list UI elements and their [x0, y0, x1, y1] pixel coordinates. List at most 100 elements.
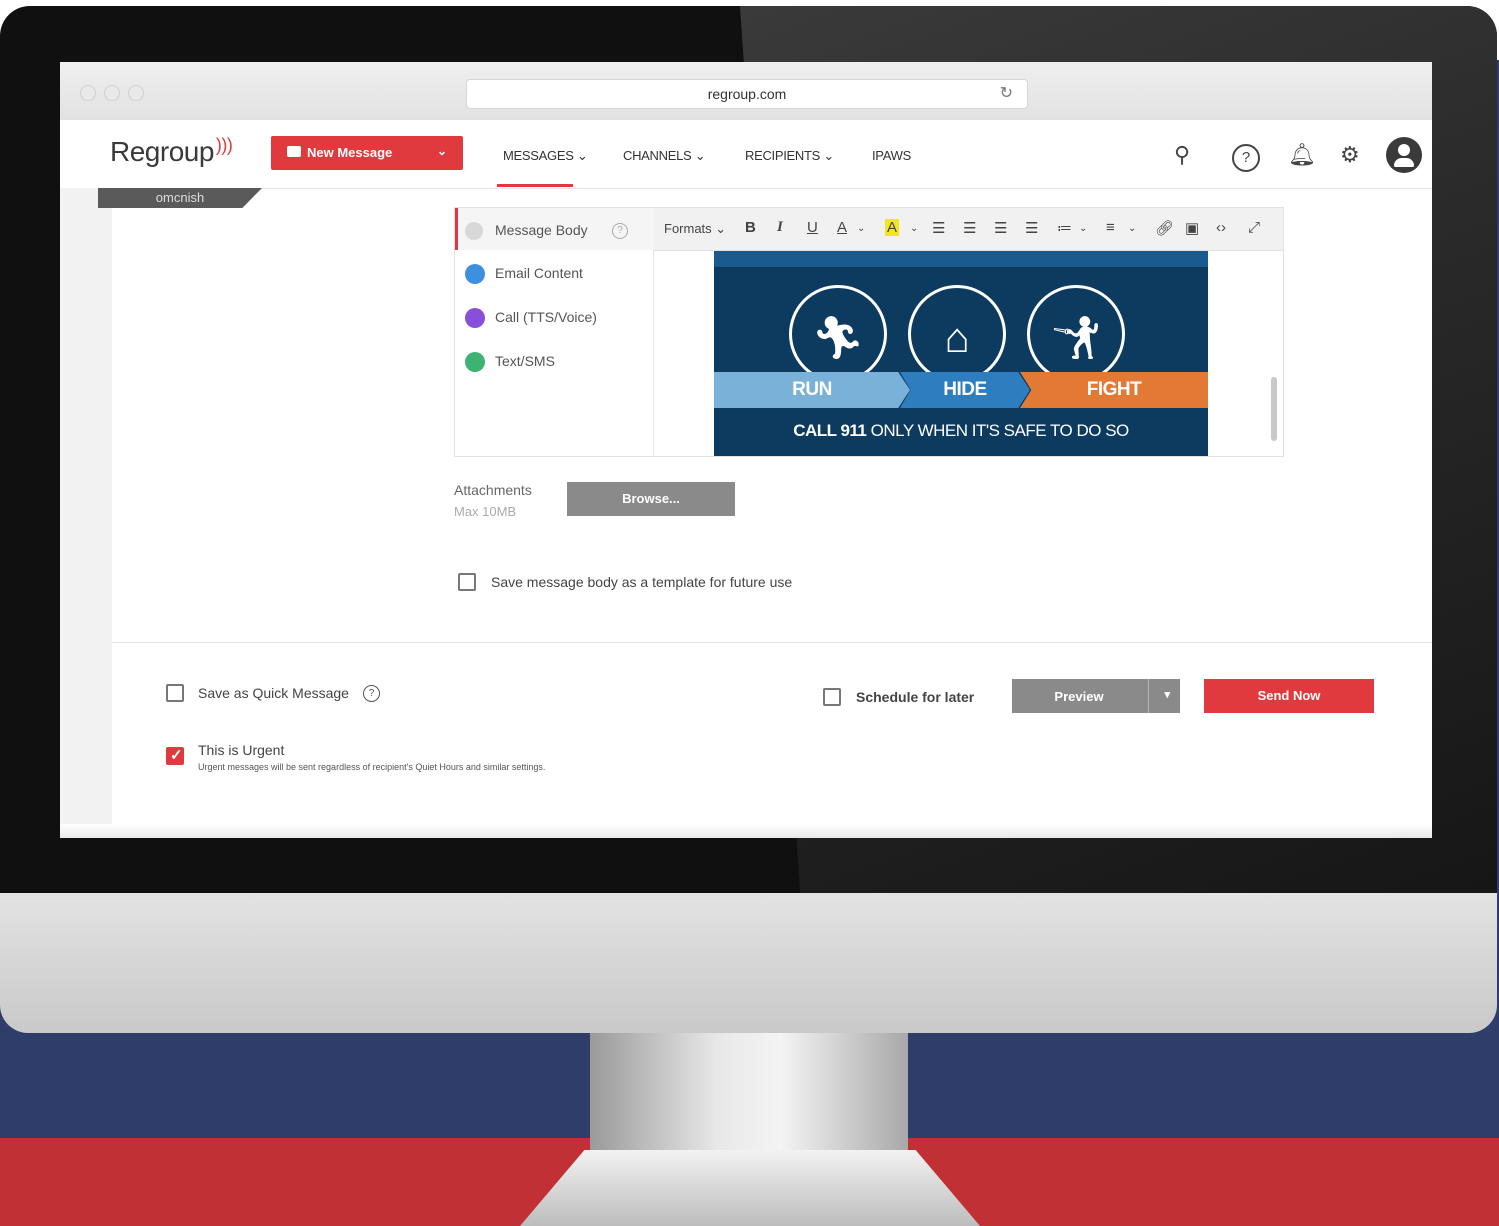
- fighting-person-icon: 🤺︎: [1049, 314, 1103, 361]
- new-message-label: New Message: [307, 145, 393, 160]
- numbered-list-icon[interactable]: ≡: [1106, 219, 1115, 236]
- address-bar[interactable]: regroup.com ↻: [466, 79, 1028, 109]
- highlight-color-icon[interactable]: A: [885, 219, 900, 236]
- editor-content[interactable]: 🏃︎ ⌂ 🤺︎ RUN HIDE FIGHT CALL 911 ONLY WHE…: [654, 251, 1283, 456]
- code-view-icon[interactable]: ‹›: [1216, 219, 1226, 236]
- preview-label: Preview: [1054, 689, 1104, 704]
- reload-icon[interactable]: ↻: [1000, 80, 1013, 108]
- bullet-list-icon[interactable]: ≔: [1057, 219, 1072, 237]
- editor-scrollbar[interactable]: [1271, 377, 1277, 441]
- attachments-label: Attachments: [454, 482, 532, 498]
- browser-toolbar: regroup.com ↻: [60, 62, 1432, 121]
- fight-circle: 🤺︎: [1027, 285, 1125, 383]
- underline-icon[interactable]: U: [807, 219, 818, 236]
- fight-label: FIGHT: [1086, 379, 1142, 400]
- nav-messages[interactable]: MESSAGES ⌄: [503, 148, 588, 164]
- align-justify-icon[interactable]: ☰: [1025, 219, 1038, 237]
- schedule-label: Schedule for later: [856, 689, 975, 705]
- search-icon[interactable]: ⚲: [1174, 142, 1190, 168]
- monitor-stand-base: [520, 1150, 980, 1226]
- attachments-max-size: Max 10MB: [454, 504, 517, 519]
- hiding-person-icon: ⌂: [944, 314, 970, 361]
- username-tag: omcnish: [98, 188, 262, 208]
- user-avatar-icon[interactable]: [1386, 137, 1422, 173]
- urgent-label: This is Urgent: [198, 742, 285, 758]
- call-911-bold: CALL 911: [793, 421, 867, 440]
- align-center-icon[interactable]: ☰: [963, 219, 976, 237]
- monitor-stand: [590, 1033, 908, 1153]
- new-message-button[interactable]: New Message ⌄: [271, 136, 463, 170]
- chevron-down-icon[interactable]: ⌄: [910, 223, 918, 234]
- urgent-checkbox[interactable]: [166, 746, 184, 765]
- channel-label: Email Content: [495, 265, 583, 281]
- quick-message-label: Save as Quick Message: [198, 685, 349, 701]
- section-divider: [112, 642, 1432, 643]
- run-label: RUN: [792, 379, 832, 400]
- help-icon[interactable]: ?: [1232, 144, 1260, 172]
- run-circle: 🏃︎: [789, 285, 887, 383]
- nav-recipients[interactable]: RECIPIENTS ⌄: [745, 148, 834, 164]
- chevron-down-icon[interactable]: ⌄: [857, 223, 865, 234]
- message-editor: Message Body ? Email Content Call (TTS/V…: [454, 207, 1284, 457]
- send-now-button[interactable]: Send Now: [1204, 679, 1374, 713]
- fullscreen-icon[interactable]: ⤢: [1248, 219, 1260, 236]
- text-color-icon[interactable]: A: [837, 219, 847, 236]
- sms-icon: [465, 352, 485, 372]
- align-left-icon[interactable]: ☰: [932, 219, 945, 237]
- quick-message-checkbox[interactable]: [166, 684, 184, 702]
- help-icon[interactable]: ?: [612, 223, 628, 239]
- browse-button[interactable]: Browse...: [567, 482, 735, 516]
- bold-icon[interactable]: B: [745, 219, 756, 236]
- chevron-down-icon[interactable]: ▾: [1164, 688, 1170, 701]
- message-body-icon: [465, 222, 483, 240]
- hide-circle: ⌂: [908, 285, 1006, 383]
- call-911-line: CALL 911 ONLY WHEN IT'S SAFE TO DO SO: [714, 421, 1208, 441]
- run-hide-fight-banner: 🏃︎ ⌂ 🤺︎ RUN HIDE FIGHT CALL 911 ONLY WHE…: [714, 251, 1208, 456]
- chevron-down-icon[interactable]: ⌄: [1079, 223, 1087, 234]
- phone-icon: [465, 308, 485, 328]
- regroup-logo[interactable]: Regroup))): [110, 135, 233, 168]
- save-template-label: Save message body as a template for futu…: [491, 574, 793, 590]
- nav-ipaws[interactable]: IPAWS: [872, 148, 911, 163]
- active-nav-underline: [497, 184, 573, 187]
- window-minimize-button[interactable]: [104, 85, 120, 101]
- schedule-checkbox[interactable]: [823, 688, 841, 706]
- fight-strip: FIGHT: [1020, 372, 1208, 408]
- formats-dropdown[interactable]: Formats ⌄: [664, 221, 726, 237]
- screen: regroup.com ↻ Regroup))) New Message ⌄ M…: [60, 62, 1432, 838]
- gear-icon[interactable]: ⚙: [1340, 142, 1360, 168]
- left-gutter: [60, 188, 112, 838]
- image-icon[interactable]: ▣: [1185, 219, 1199, 237]
- app-header: Regroup))) New Message ⌄ MESSAGES ⌄ CHAN…: [60, 120, 1432, 189]
- address-bar-url: regroup.com: [707, 86, 787, 102]
- message-icon: [287, 146, 301, 157]
- nav-channels[interactable]: CHANNELS ⌄: [623, 148, 706, 164]
- help-icon[interactable]: ?: [363, 685, 380, 702]
- channel-label: Message Body: [495, 222, 588, 238]
- formats-label: Formats: [664, 221, 712, 236]
- button-separator: [1148, 679, 1149, 713]
- channel-label: Call (TTS/Voice): [495, 309, 597, 325]
- call-911-rest: ONLY WHEN IT'S SAFE TO DO SO: [870, 421, 1130, 440]
- signal-waves-icon: ))): [215, 135, 233, 155]
- monitor-chin: [0, 893, 1497, 1033]
- channel-list: Message Body ? Email Content Call (TTS/V…: [455, 208, 656, 456]
- preview-button[interactable]: Preview ▾: [1012, 679, 1180, 713]
- link-icon[interactable]: 🔗︎: [1155, 219, 1174, 237]
- align-right-icon[interactable]: ☰: [994, 219, 1007, 237]
- screen-bottom-edge: [60, 824, 1432, 838]
- bell-icon[interactable]: 🔔︎: [1288, 142, 1316, 168]
- window-zoom-button[interactable]: [128, 85, 144, 101]
- hide-label: HIDE: [943, 379, 987, 400]
- banner-top-stripe: [714, 251, 1208, 267]
- channel-label: Text/SMS: [495, 353, 555, 369]
- rich-text-toolbar: Formats ⌄ B I U A ⌄ A ⌄ ☰ ☰ ☰ ☰ ≔ ⌄ ≡ ⌄ …: [654, 208, 1283, 251]
- save-template-checkbox[interactable]: [458, 573, 476, 591]
- italic-icon[interactable]: I: [777, 219, 783, 236]
- logo-text: Regroup: [110, 136, 214, 167]
- run-strip: RUN: [714, 372, 910, 408]
- running-person-icon: 🏃︎: [811, 314, 865, 361]
- window-close-button[interactable]: [80, 85, 96, 101]
- chevron-down-icon[interactable]: ⌄: [437, 144, 447, 158]
- chevron-down-icon[interactable]: ⌄: [1128, 223, 1136, 234]
